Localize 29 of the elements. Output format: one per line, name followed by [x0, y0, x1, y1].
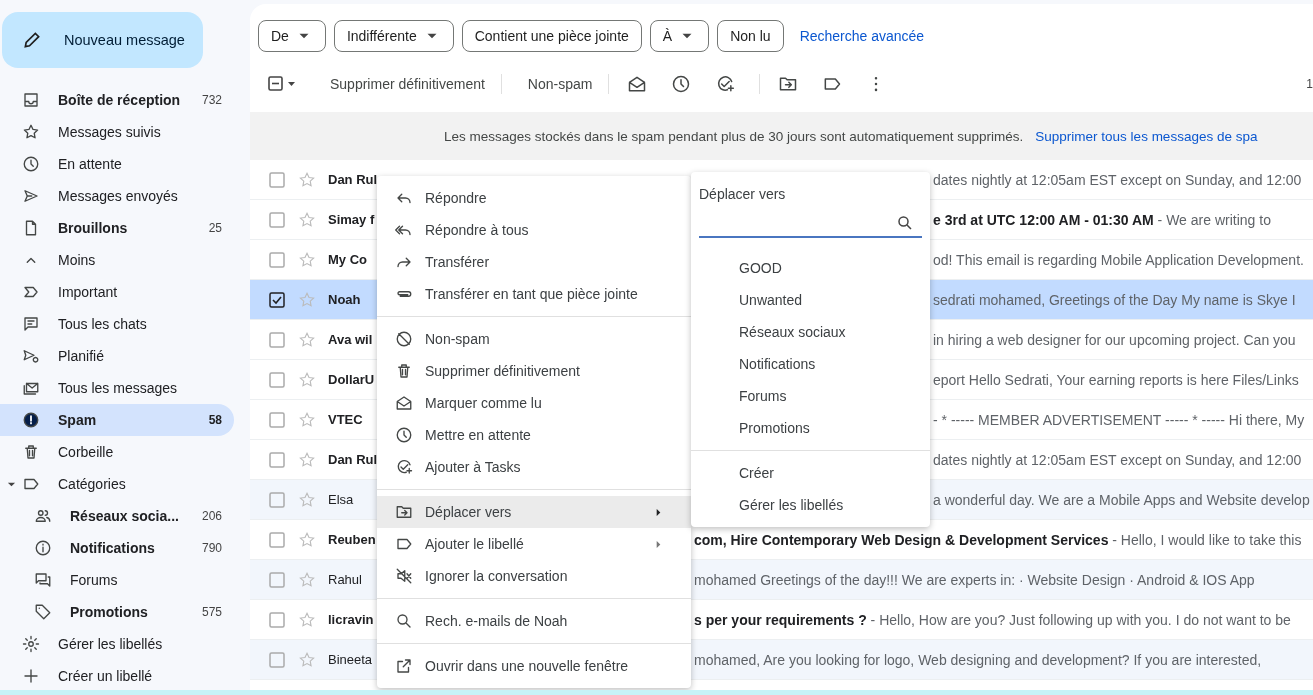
email-snippet: mohamed Greetings of the day!!! We are experts in: · Website Design · Android & IOS App	[694, 571, 1255, 588]
email-snippet: - * ----- MEMBER ADVERTISEMENT ----- * ----- Hi there, My	[933, 411, 1305, 428]
email-snippet: dates nightly at 12:05am EST except on Sunday, and 12:00	[933, 171, 1302, 188]
email-snippet: com, Hire Contemporary Web Design & Development Services - Hello, I would like to take this	[694, 531, 1302, 548]
sender-name: Ava wil	[328, 332, 374, 347]
email-snippet: eport Hello Sedrati, Your earning reports is here Files/Links	[933, 371, 1299, 388]
email-snippet: od! This email is regarding Mobile Application Development.	[933, 251, 1304, 268]
email-snippet: sedrati mohamed, Greetings of the Day My name is Skye I	[933, 291, 1296, 308]
sender-name: VTEC	[328, 412, 364, 427]
sender-name: Simay f	[328, 212, 376, 227]
menu-title: Déplacer vers	[698, 186, 787, 202]
email-snippet: mohamed, Are you looking for logo, Web designing and development? If you are interested,	[694, 651, 1262, 668]
sender-name: Rahul	[328, 572, 363, 587]
sender-name: DollarU	[328, 372, 376, 387]
sender-name: Dan Rul	[328, 452, 379, 467]
sender-name: Elsa	[328, 492, 355, 507]
email-snippet: a wonderful day. We are a Mobile Apps and Website develop	[933, 491, 1310, 508]
email-snippet: in hiring a web designer for our upcoming project. Can you	[933, 331, 1296, 348]
sender-name: Noah	[328, 292, 362, 307]
page-info: 1	[1306, 77, 1313, 91]
sender-name: Dan Rul	[328, 172, 379, 187]
sender-name: Reuben	[328, 532, 377, 547]
email-snippet: e 3rd at UTC 12:00 AM - 01:30 AM - We are writing to	[933, 211, 1271, 228]
sender-name: My Co	[328, 252, 368, 267]
sender-name: Bineeta	[328, 652, 374, 667]
email-snippet: dates nightly at 12:05am EST except on Sunday, and 12:00	[933, 451, 1302, 468]
email-snippet: s per your requirements ? - Hello, How are you? Just following up with you. I do not want to be	[694, 611, 1291, 628]
banner-text: Les messages stockés dans le spam pendant plus de 30 jours sont automatiquement supprimés.	[444, 128, 1024, 144]
sender-name: licravin	[328, 612, 375, 627]
